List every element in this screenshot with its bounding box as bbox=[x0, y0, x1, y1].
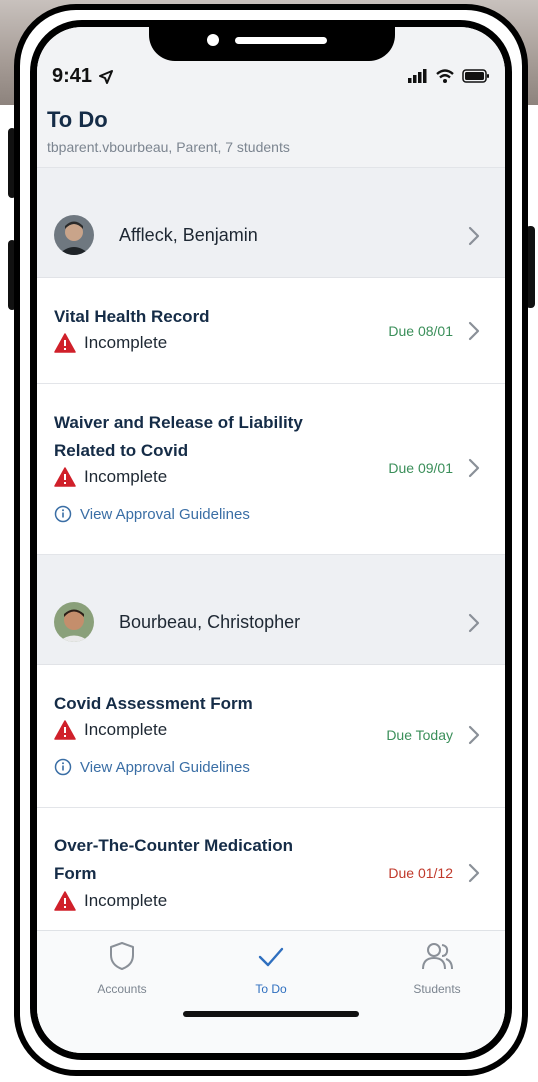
todo-item[interactable]: Over-The-Counter Medication Form Incompl… bbox=[37, 808, 505, 943]
student-name: Bourbeau, Christopher bbox=[119, 612, 301, 632]
camera bbox=[207, 34, 219, 46]
form-title: Covid Assessment Form bbox=[54, 694, 253, 713]
view-guidelines-link[interactable]: View Approval Guidelines bbox=[54, 758, 250, 776]
status-text: Incomplete bbox=[84, 467, 168, 486]
page-header: To Do tbparent.vbourbeau, Parent, 7 stud… bbox=[37, 107, 505, 168]
tab-label: Students bbox=[413, 982, 461, 996]
battery-icon bbox=[462, 69, 489, 83]
warning-icon bbox=[54, 467, 76, 487]
due-date: Due 01/12 bbox=[388, 865, 453, 881]
form-title: Vital Health Record bbox=[54, 307, 210, 326]
form-title: Waiver and Release of Liability Related … bbox=[54, 413, 303, 460]
status-text: Incomplete bbox=[84, 720, 168, 739]
view-guidelines-link[interactable]: View Approval Guidelines bbox=[54, 505, 250, 523]
account-subtitle: tbparent.vbourbeau, Parent, 7 students bbox=[47, 139, 290, 155]
page-title: To Do bbox=[47, 107, 108, 132]
wifi-icon bbox=[436, 69, 454, 83]
todo-item[interactable]: Waiver and Release of Liability Related … bbox=[37, 384, 505, 555]
info-icon bbox=[54, 505, 72, 523]
form-title: Over-The-Counter Medication Form bbox=[54, 836, 293, 883]
tab-label: To Do bbox=[255, 982, 287, 996]
status-icons bbox=[408, 69, 490, 83]
tab-label: Accounts bbox=[97, 982, 147, 996]
status-row: Incomplete bbox=[54, 720, 167, 740]
chevron-right-icon bbox=[468, 613, 480, 633]
student-avatar bbox=[54, 602, 94, 642]
guidelines-label: View Approval Guidelines bbox=[80, 758, 250, 776]
chevron-right-icon bbox=[468, 458, 480, 478]
student-row[interactable]: Bourbeau, Christopher bbox=[37, 555, 505, 665]
phone-frame: 9:41 To Do tbparent.vbourbeau, Parent, 7… bbox=[14, 4, 528, 1076]
chevron-right-icon bbox=[468, 321, 480, 341]
tab-students[interactable]: Students bbox=[377, 941, 497, 996]
todo-item[interactable]: Covid Assessment Form Incomplete View Ap… bbox=[37, 665, 505, 808]
location-arrow-icon bbox=[99, 70, 113, 84]
info-icon bbox=[54, 758, 72, 776]
status-text: Incomplete bbox=[84, 333, 168, 352]
shield-icon bbox=[110, 942, 134, 970]
student-avatar bbox=[54, 215, 94, 255]
tab-accounts[interactable]: Accounts bbox=[62, 941, 182, 996]
home-indicator[interactable] bbox=[183, 1011, 359, 1017]
due-date: Due 08/01 bbox=[388, 323, 453, 339]
guidelines-label: View Approval Guidelines bbox=[80, 505, 250, 523]
status-row: Incomplete bbox=[54, 891, 167, 911]
chevron-right-icon bbox=[468, 863, 480, 883]
chevron-right-icon bbox=[468, 226, 480, 246]
chevron-right-icon bbox=[468, 725, 480, 745]
tab-todo[interactable]: To Do bbox=[211, 941, 331, 996]
warning-icon bbox=[54, 720, 76, 740]
due-date: Due Today bbox=[386, 727, 453, 743]
people-icon bbox=[422, 943, 453, 970]
status-row: Incomplete bbox=[54, 467, 167, 487]
todo-list: Affleck, Benjamin Vital Health Record In… bbox=[37, 168, 505, 943]
status-time: 9:41 bbox=[52, 65, 93, 87]
tab-bar: Accounts To Do Students bbox=[37, 930, 505, 1053]
cellular-signal-icon bbox=[408, 69, 427, 83]
warning-icon bbox=[54, 333, 76, 353]
status-row: Incomplete bbox=[54, 333, 167, 353]
status-text: Incomplete bbox=[84, 891, 168, 910]
screen: 9:41 To Do tbparent.vbourbeau, Parent, 7… bbox=[30, 20, 512, 1060]
speaker bbox=[235, 37, 327, 44]
notch bbox=[149, 27, 395, 61]
warning-icon bbox=[54, 891, 76, 911]
student-row[interactable]: Affleck, Benjamin bbox=[37, 168, 505, 278]
student-name: Affleck, Benjamin bbox=[119, 225, 258, 245]
checkmark-icon bbox=[258, 947, 284, 967]
due-date: Due 09/01 bbox=[388, 460, 453, 476]
todo-item[interactable]: Vital Health Record Incomplete Due 08/01 bbox=[37, 278, 505, 384]
